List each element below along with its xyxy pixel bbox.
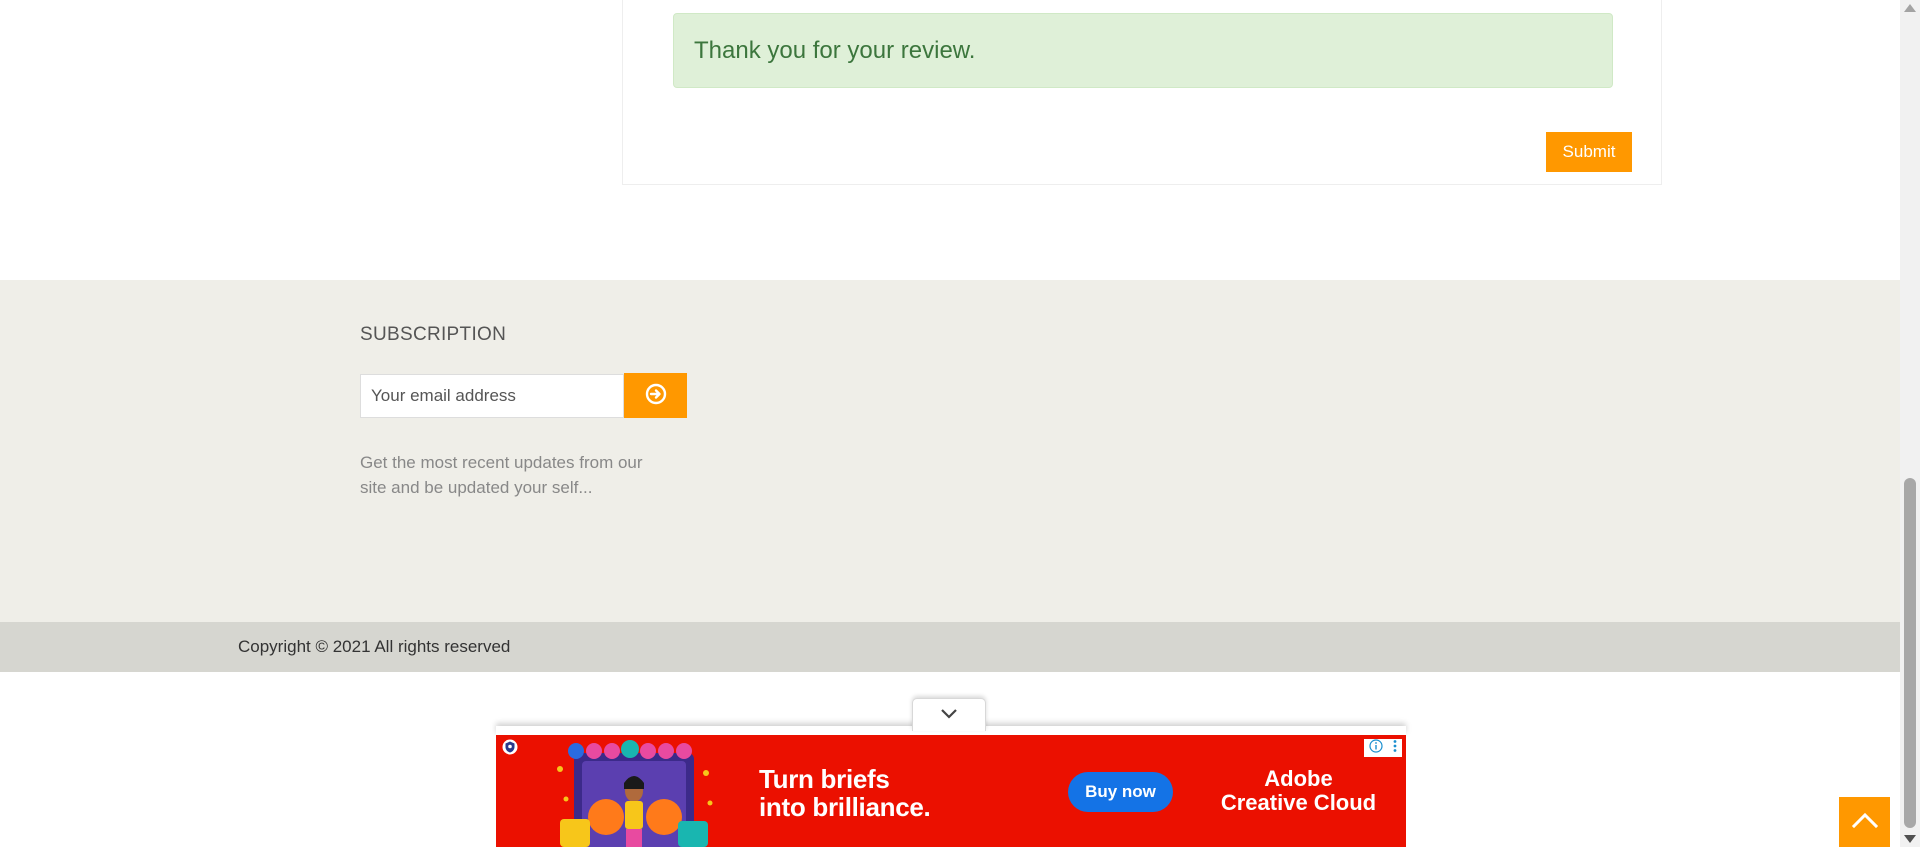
- copyright-text: Copyright © 2021 All rights reserved: [238, 637, 511, 656]
- arrow-circle-right-icon: [645, 383, 667, 408]
- page-scrollbar[interactable]: [1900, 0, 1920, 847]
- review-success-alert: Thank you for your review.: [673, 13, 1613, 88]
- scroll-up-arrow-icon[interactable]: [1904, 4, 1916, 12]
- ad-headline-line-1: Turn briefs: [759, 764, 890, 794]
- footer: SUBSCRIPTION Get the most recent updates…: [0, 280, 1900, 622]
- review-panel: Thank you for your review. Submit: [622, 0, 1662, 185]
- ad-collapse-toggle[interactable]: [912, 698, 986, 731]
- shield-icon: [502, 739, 518, 755]
- chevron-up-icon: [1850, 810, 1880, 835]
- submit-button[interactable]: Submit: [1546, 132, 1632, 172]
- chevron-down-icon: [940, 706, 958, 724]
- ad-brand-line-2: Creative Cloud: [1220, 790, 1377, 815]
- ad-headline: Turn briefs into brilliance.: [759, 764, 931, 822]
- subscribe-button[interactable]: [624, 373, 687, 418]
- info-icon[interactable]: [1368, 738, 1383, 758]
- ad-brand: Adobe Creative Cloud: [1216, 767, 1381, 815]
- more-vertical-icon[interactable]: [1392, 739, 1398, 758]
- ad-banner[interactable]: Turn briefs into brilliance. Buy now Ado…: [496, 735, 1406, 847]
- ad-headline-line-2: into brilliance.: [759, 792, 931, 822]
- review-success-message: Thank you for your review.: [694, 36, 976, 64]
- ad-brand-line-1: Adobe: [1264, 766, 1333, 791]
- ad-choices[interactable]: [1364, 738, 1402, 758]
- subscription-description: Get the most recent updates from our sit…: [360, 453, 643, 497]
- copyright-bar: Copyright © 2021 All rights reserved: [0, 622, 1900, 672]
- back-to-top-button[interactable]: [1839, 797, 1890, 847]
- ad-buy-now-button[interactable]: Buy now: [1068, 772, 1173, 812]
- email-input[interactable]: [360, 374, 624, 418]
- scrollbar-thumb[interactable]: [1904, 478, 1916, 828]
- scroll-down-arrow-icon[interactable]: [1904, 835, 1916, 843]
- ad-illustration: [546, 739, 721, 847]
- subscription-title: SUBSCRIPTION: [360, 324, 507, 345]
